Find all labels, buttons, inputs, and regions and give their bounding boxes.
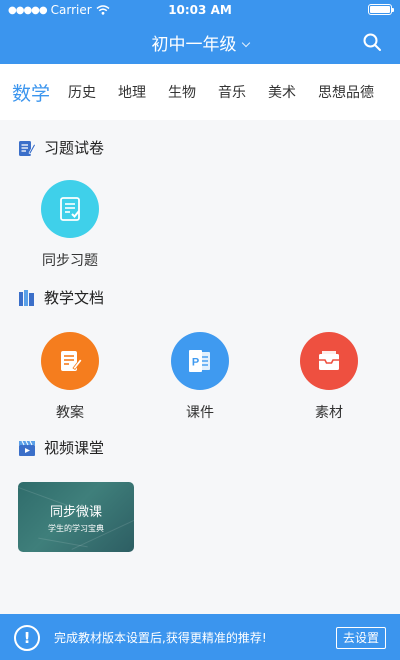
status-bar: ●●●●● Carrier 10:03 AM <box>0 0 400 20</box>
tab-biology[interactable]: 生物 <box>168 82 196 102</box>
video-card-subtitle: 学生的学习宝典 <box>48 524 104 533</box>
tab-history[interactable]: 历史 <box>68 82 96 102</box>
powerpoint-icon: P <box>171 332 229 390</box>
section-docs-title: 教学文档 <box>44 289 105 307</box>
tile-courseware[interactable]: P 课件 <box>155 332 245 422</box>
tab-ethics[interactable]: 思想品德 <box>318 82 374 102</box>
alert-icon: ! <box>14 625 40 651</box>
tab-math[interactable]: 数学 <box>12 79 50 106</box>
checklist-icon <box>41 180 99 238</box>
books-icon <box>19 289 34 306</box>
chevron-down-icon <box>241 38 250 48</box>
svg-text:P: P <box>192 357 199 369</box>
tab-art[interactable]: 美术 <box>268 82 296 102</box>
tile-materials[interactable]: 素材 <box>284 332 374 422</box>
tile-courseware-label: 课件 <box>186 405 214 421</box>
archive-box-icon <box>300 332 358 390</box>
tile-lesson-plan-label: 教案 <box>56 405 84 421</box>
search-icon[interactable] <box>362 32 382 52</box>
settings-prompt-bar: ! 完成教材版本设置后,获得更精准的推荐! 去设置 <box>0 614 400 660</box>
edit-doc-icon <box>19 140 36 156</box>
tab-geography[interactable]: 地理 <box>118 82 146 102</box>
nav-bar: 初中一年级 <box>0 20 400 64</box>
tab-music[interactable]: 音乐 <box>218 82 246 102</box>
grade-selector[interactable]: 初中一年级 <box>0 30 400 55</box>
tile-materials-label: 素材 <box>315 405 343 421</box>
video-card-sync-micro-lesson[interactable]: 同步微课 学生的学习宝典 <box>18 482 134 552</box>
section-video-title: 视频课堂 <box>44 439 105 457</box>
subject-tabs: 数学 历史 地理 生物 音乐 美术 思想品德 <box>0 64 400 120</box>
tile-sync-exercises-label: 同步习题 <box>42 253 98 269</box>
section-docs-header: 教学文档 <box>18 287 104 308</box>
section-video-header: 视频课堂 <box>18 437 104 458</box>
section-exercises-title: 习题试卷 <box>44 139 105 157</box>
grade-title: 初中一年级 <box>151 35 237 55</box>
tile-lesson-plan[interactable]: 教案 <box>25 332 115 422</box>
section-exercises-header: 习题试卷 <box>18 137 104 158</box>
lesson-plan-icon <box>41 332 99 390</box>
battery-icon <box>368 4 394 15</box>
tile-sync-exercises[interactable]: 同步习题 <box>25 180 115 270</box>
settings-prompt-message: 完成教材版本设置后,获得更精准的推荐! <box>54 631 267 645</box>
status-time: 10:03 AM <box>168 3 232 17</box>
go-settings-button[interactable]: 去设置 <box>336 627 386 649</box>
video-card-title: 同步微课 <box>49 505 102 520</box>
clapper-icon <box>19 440 35 456</box>
